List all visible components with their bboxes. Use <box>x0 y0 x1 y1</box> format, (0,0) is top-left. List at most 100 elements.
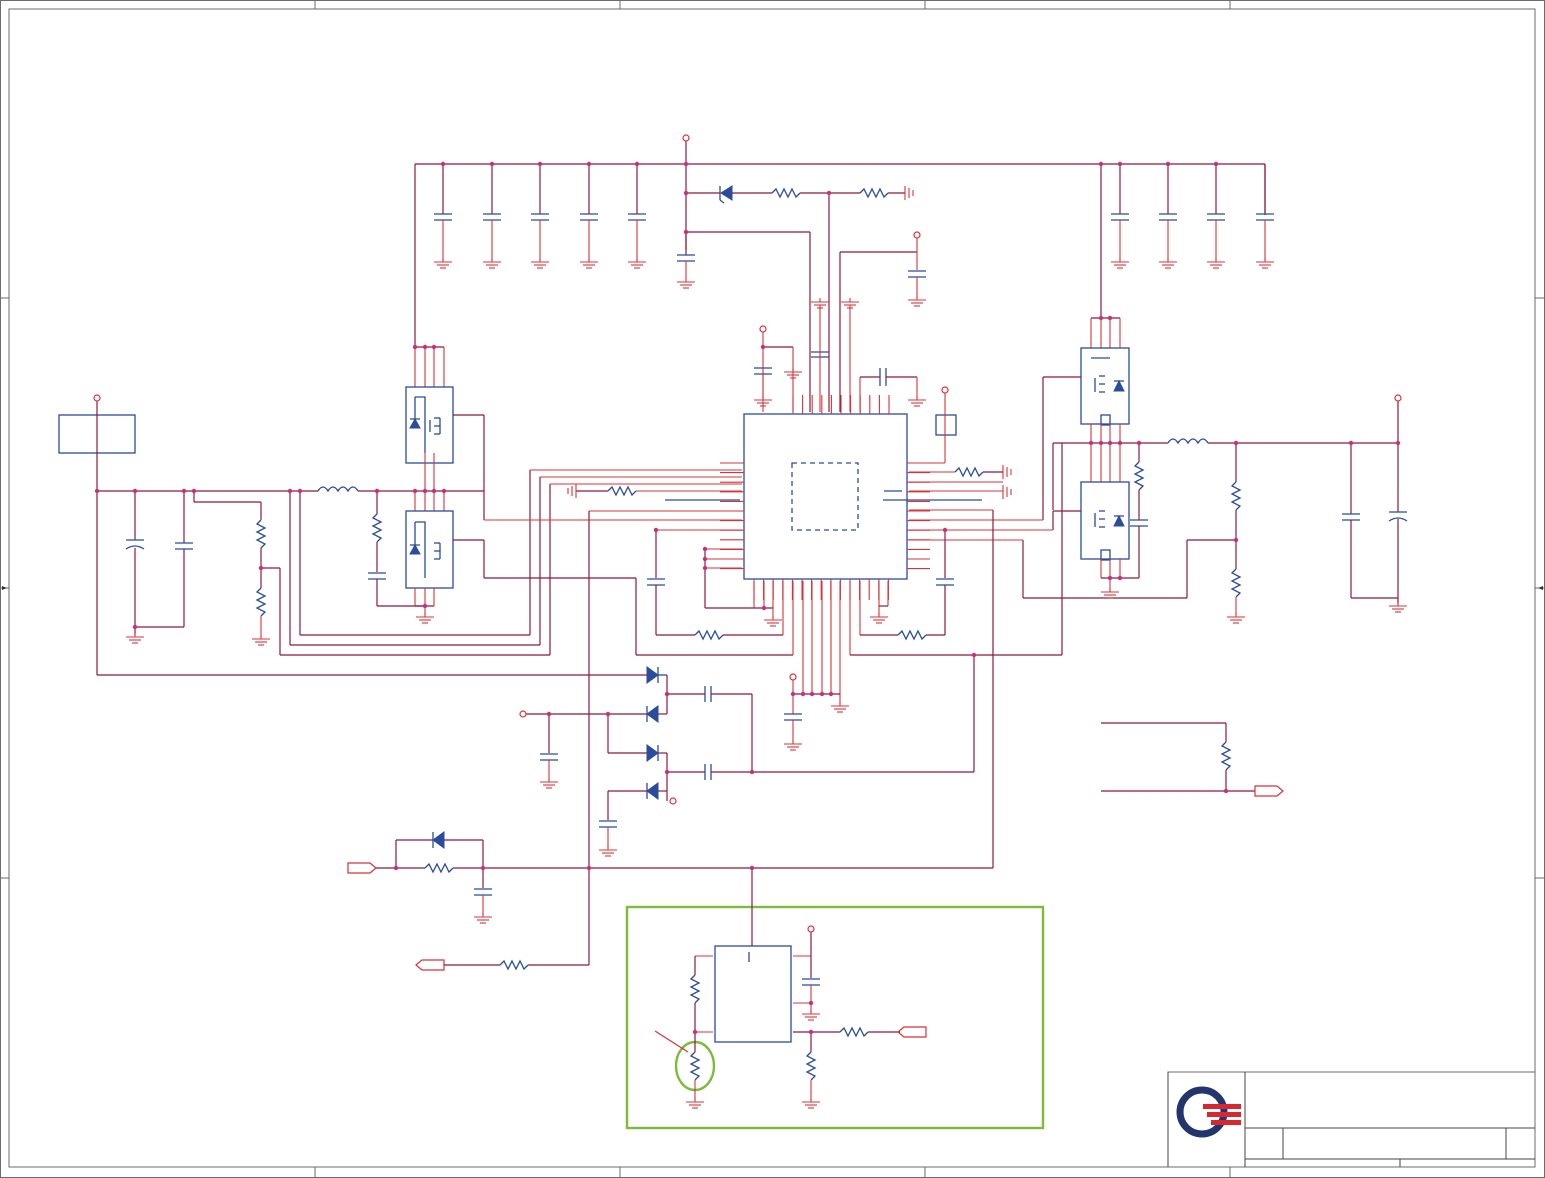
capacitor-icon <box>531 164 549 269</box>
ground-icon <box>764 616 782 627</box>
pgood-output <box>415 959 589 971</box>
charge-pump <box>519 655 975 848</box>
ground-icon <box>1256 258 1274 269</box>
capacitor-icon <box>483 164 501 269</box>
junction-dot <box>828 691 834 697</box>
junction-dot <box>297 488 303 494</box>
ground-icon <box>1101 588 1119 599</box>
junction-dot <box>605 711 611 717</box>
junction-dot <box>664 769 670 775</box>
junction-dot <box>480 865 486 871</box>
mosfet-high-side-right <box>909 317 1130 521</box>
junction-dot <box>1117 161 1123 167</box>
junction-dot <box>412 344 418 350</box>
ground-icon <box>908 396 926 407</box>
junction-dot <box>1107 315 1113 321</box>
input-decoupling-caps-right <box>1111 164 1274 269</box>
junction-dot <box>819 691 825 697</box>
junction-dot <box>749 865 755 871</box>
ground-icon <box>870 613 888 624</box>
junction-dot <box>374 488 380 494</box>
junction-dot <box>586 865 592 871</box>
ground-icon <box>1227 613 1245 624</box>
junction-dot <box>809 691 815 697</box>
junction-dot <box>790 691 796 697</box>
ground-icon <box>540 778 558 789</box>
junction-dot <box>808 1029 814 1035</box>
pwm-controller-ic <box>665 413 982 580</box>
ic-top-caps <box>754 305 918 412</box>
ic-pins-right <box>907 462 930 570</box>
junction-dot <box>489 161 495 167</box>
capacitor-icon <box>1256 164 1274 269</box>
bootstrap-diode-icon <box>686 185 914 412</box>
junction-dot <box>1107 575 1113 581</box>
ic-pins-top <box>792 395 890 414</box>
junction-dot <box>132 488 138 494</box>
ground-icon <box>531 258 549 269</box>
mosfet-low-side-right <box>909 481 1139 590</box>
enable-input-network <box>347 831 993 946</box>
ground-icon <box>802 1010 820 1021</box>
junction-dot <box>393 865 399 871</box>
capacitor-icon <box>434 164 452 269</box>
junction-dot <box>1117 575 1123 581</box>
junction-dot <box>1117 440 1123 446</box>
junction-dot <box>942 527 948 533</box>
junction-dot <box>760 344 766 350</box>
mosfet-low-side-left <box>405 491 794 656</box>
ground-icon <box>252 635 270 646</box>
junction-dot <box>1233 537 1239 543</box>
input-filter <box>96 469 742 676</box>
junction-dot <box>808 1000 814 1006</box>
junction-dot <box>1107 440 1113 446</box>
pullup-network-right <box>1101 722 1284 797</box>
junction-dot <box>634 161 640 167</box>
junction-dot <box>441 488 447 494</box>
test-point-box <box>907 386 957 464</box>
junction-dot <box>664 691 670 697</box>
junction-dot <box>683 190 689 196</box>
capacitor-icon <box>1111 164 1129 269</box>
ground-icon <box>686 1098 704 1109</box>
capacitor-icon <box>1159 164 1177 269</box>
junction-dot <box>1098 440 1104 446</box>
ground-icon <box>580 258 598 269</box>
junction-dot <box>1213 161 1219 167</box>
junction-dot <box>537 161 543 167</box>
schematic-sheet <box>0 0 1545 1178</box>
junction-dot <box>749 769 755 775</box>
junction-dot <box>702 546 708 552</box>
annotation-pointer <box>654 1030 689 1053</box>
junction-dot <box>1223 788 1229 794</box>
junction-dot <box>653 527 659 533</box>
highlight-box <box>625 905 1045 1130</box>
junction-dot <box>431 488 437 494</box>
quanta-logo-icon <box>1176 1086 1241 1138</box>
ground-icon <box>628 258 646 269</box>
junction-dot <box>1233 440 1239 446</box>
schematic-drawing <box>0 0 1545 1178</box>
ic-right-resistors <box>909 465 1012 868</box>
ground-symbols <box>126 278 1407 1109</box>
ic-left-network <box>567 484 784 965</box>
input-connector-box <box>58 394 136 491</box>
ground-icon <box>1389 602 1407 613</box>
ground-icon <box>802 1098 820 1109</box>
ground-icon <box>126 633 144 644</box>
ground-icon <box>1111 258 1129 269</box>
junction-dot <box>1395 440 1401 446</box>
junction-dot <box>1348 440 1354 446</box>
junction-dot <box>1098 315 1104 321</box>
ground-icon <box>599 846 617 857</box>
junction-dot <box>258 565 264 571</box>
ic-pins-bottom <box>753 579 889 600</box>
ground-icon <box>1207 258 1225 269</box>
junction-dot <box>761 605 767 611</box>
ground-icon <box>483 258 501 269</box>
junction-dot <box>440 161 446 167</box>
junction-dot <box>586 161 592 167</box>
junction-dot <box>94 488 100 494</box>
ground-icon <box>784 740 802 751</box>
junction-dot <box>683 161 689 167</box>
